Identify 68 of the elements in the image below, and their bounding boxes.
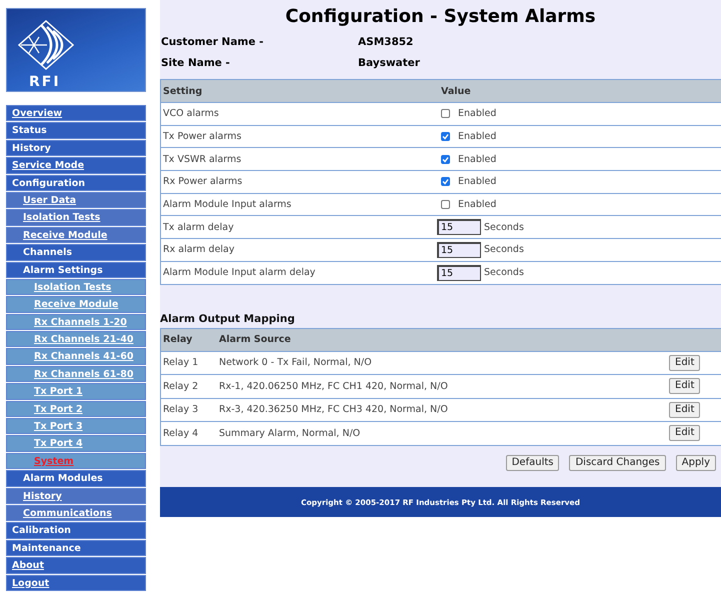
nav-item[interactable]: History: [6, 140, 146, 156]
setting-name: Tx alarm delay: [162, 222, 235, 233]
checkbox[interactable]: [441, 109, 450, 118]
setting-name: Alarm Module Input alarms: [162, 199, 292, 210]
checkbox[interactable]: [441, 177, 450, 186]
nav-item[interactable]: Status: [6, 122, 146, 139]
checkbox[interactable]: [441, 200, 450, 210]
setting-name: Rx Power alarms: [162, 176, 244, 188]
delay-field[interactable]: 15: [437, 219, 481, 236]
alarm-source-cell-text: Rx-1, 420.06250 MHz, FC CH1 420, Normal, N/O: [218, 380, 449, 392]
nav-item[interactable]: Logout: [6, 574, 146, 591]
edit-button[interactable]: Edit: [669, 425, 700, 442]
checkbox[interactable]: [441, 132, 450, 142]
relay-cell-text: Relay 3: [162, 404, 200, 416]
info-label: Customer Name -: [161, 36, 265, 48]
checkbox[interactable]: [441, 154, 450, 164]
setting-name: Tx Power alarms: [162, 131, 242, 142]
relay-cell-text: Relay 1: [162, 357, 200, 368]
relay-cell-text: Relay 4: [162, 428, 200, 439]
info-value: ASM3852: [358, 36, 414, 48]
nav-item[interactable]: Alarm Modules: [6, 470, 146, 487]
nav-item[interactable]: History: [6, 488, 146, 504]
setting-name: Rx alarm delay: [162, 244, 236, 256]
checkbox-label: Enabled: [458, 108, 496, 120]
column-header: Setting: [162, 86, 204, 96]
action-button[interactable]: Defaults: [506, 454, 560, 470]
alarm-source-cell-text: Summary Alarm, Normal, N/O: [218, 428, 362, 439]
action-button[interactable]: Apply: [676, 454, 716, 470]
delay-field[interactable]: 15: [437, 264, 481, 281]
unit-label: Seconds: [484, 222, 524, 233]
nav-item[interactable]: Calibration: [6, 522, 146, 539]
column-header: Alarm Source: [218, 334, 292, 345]
unit-label: Seconds: [484, 267, 524, 278]
nav-item[interactable]: Maintenance: [6, 540, 146, 556]
nav-item[interactable]: About: [6, 557, 146, 574]
unit-label: Seconds: [484, 244, 524, 256]
checkbox-label: Enabled: [458, 176, 496, 188]
nav-item[interactable]: Channels: [6, 244, 146, 261]
info-value: Bayswater: [358, 56, 420, 68]
nav-item[interactable]: Receive Module: [6, 226, 146, 244]
checkbox-label: Enabled: [458, 154, 496, 165]
antenna-logo-icon: [17, 19, 75, 71]
info-label: Site Name -: [161, 56, 231, 68]
checkbox-label: Enabled: [458, 199, 496, 210]
setting-name: Alarm Module Input alarm delay: [162, 267, 316, 278]
nav-item[interactable]: Configuration: [6, 174, 146, 191]
column-header: Relay: [162, 334, 194, 345]
page-title: Configuration - System Alarms: [284, 6, 597, 27]
nav-item[interactable]: Communications: [6, 504, 146, 522]
nav-item[interactable]: Service Mode: [6, 157, 146, 174]
checkbox-label: Enabled: [458, 131, 496, 142]
nav-item[interactable]: User Data: [6, 192, 146, 208]
section-title: Alarm Output Mapping: [160, 312, 296, 324]
alarm-source-cell-text: Rx-3, 420.36250 MHz, FC CH3 420, Normal, N/O: [218, 404, 449, 416]
nav-item[interactable]: Alarm Settings: [6, 262, 146, 278]
setting-name: Tx VSWR alarms: [162, 154, 242, 165]
edit-button[interactable]: Edit: [669, 402, 700, 418]
action-button[interactable]: Discard Changes: [569, 454, 666, 470]
nav-item[interactable]: Overview: [6, 105, 146, 122]
logo-text: RFI: [29, 74, 61, 90]
setting-name: VCO alarms: [162, 108, 220, 120]
alarm-source-cell-text: Network 0 - Tx Fail, Normal, N/O: [218, 357, 373, 368]
delay-field[interactable]: 15: [437, 242, 481, 258]
edit-button[interactable]: Edit: [669, 354, 700, 371]
relay-cell-text: Relay 2: [162, 380, 200, 392]
nav-item[interactable]: Isolation Tests: [6, 209, 146, 226]
column-header: Value: [440, 86, 472, 96]
edit-button[interactable]: Edit: [669, 378, 700, 394]
